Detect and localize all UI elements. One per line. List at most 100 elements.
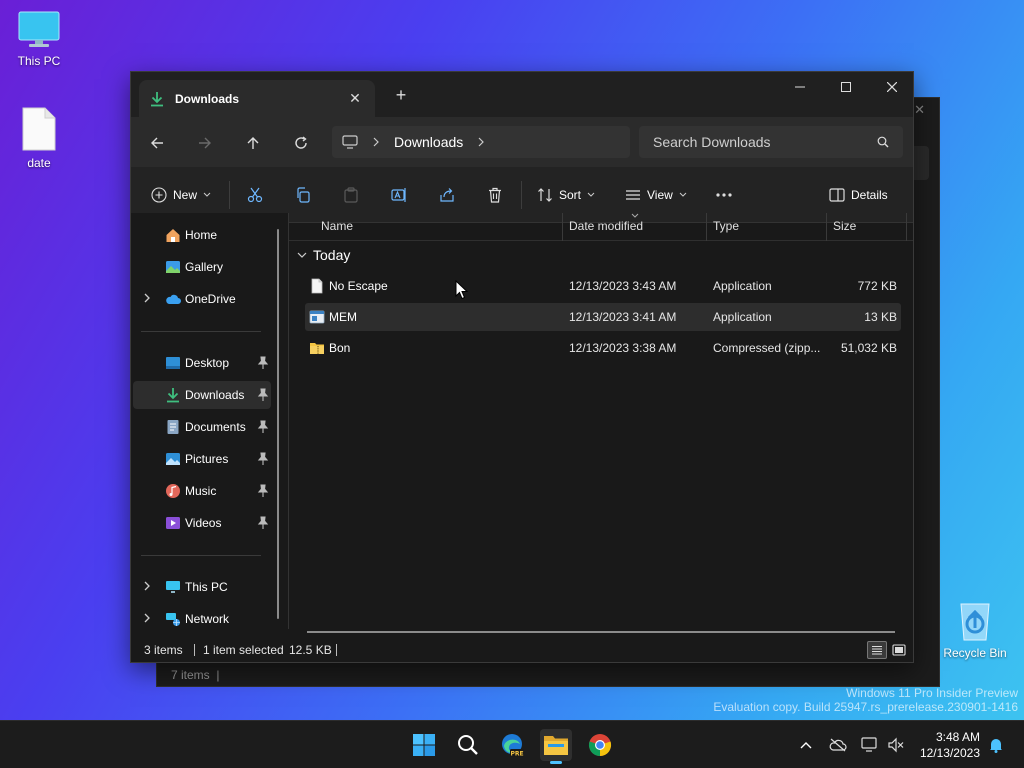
music-icon	[166, 484, 180, 498]
pin-icon[interactable]	[257, 420, 269, 434]
chrome-button[interactable]	[584, 729, 616, 761]
sidebar-item-pictures[interactable]: Pictures	[133, 445, 271, 473]
notifications-button[interactable]	[986, 735, 1006, 755]
column-divider[interactable]	[706, 213, 707, 241]
sort-button[interactable]: Sort	[537, 183, 595, 207]
minimize-button[interactable]	[777, 72, 823, 102]
app-icon	[309, 310, 325, 324]
column-header-size[interactable]: Size	[833, 219, 856, 233]
paste-icon	[344, 187, 358, 203]
delete-button[interactable]	[487, 183, 503, 207]
rename-button[interactable]	[391, 183, 407, 207]
sidebar-item-network[interactable]: Network	[133, 605, 271, 633]
up-button[interactable]	[241, 131, 265, 155]
status-divider	[194, 644, 195, 656]
file-name: Bon	[329, 341, 351, 355]
show-hidden-icons-button[interactable]	[798, 735, 814, 755]
monitor-icon	[342, 135, 358, 149]
volume-tray-button[interactable]	[886, 735, 906, 755]
status-selection-size: 12.5 KB	[289, 643, 332, 657]
network-tray-button[interactable]	[860, 735, 880, 755]
desktop-icon-date[interactable]: date	[7, 106, 71, 170]
edge-beta-button[interactable]: PRE	[496, 729, 528, 761]
pin-icon[interactable]	[257, 452, 269, 466]
refresh-icon	[295, 136, 307, 149]
desktop-icon-this-pc[interactable]: This PC	[7, 10, 71, 68]
status-divider	[336, 644, 337, 656]
title-bar: Downloads ✕ +	[131, 72, 913, 117]
column-divider[interactable]	[826, 213, 827, 241]
onedrive-tray-button[interactable]	[828, 735, 848, 755]
watermark-line-1: Windows 11 Pro Insider Preview	[846, 686, 1018, 700]
breadcrumb[interactable]: Downloads	[332, 126, 630, 158]
pin-icon[interactable]	[257, 484, 269, 498]
volume-muted-icon	[888, 737, 904, 753]
tiles-view-button[interactable]	[889, 641, 909, 659]
file-row-no-escape[interactable]: No Escape 12/13/2023 3:43 AM Application…	[305, 272, 901, 300]
copy-button[interactable]	[295, 183, 311, 207]
group-label: Today	[313, 247, 351, 263]
search-button[interactable]	[452, 729, 484, 761]
view-button[interactable]: View	[625, 183, 687, 207]
file-explorer-taskbar-button[interactable]	[540, 729, 572, 764]
nav-scrollbar[interactable]	[277, 229, 279, 619]
group-header-today[interactable]: Today	[297, 247, 350, 263]
sidebar-item-music[interactable]: Music	[133, 477, 271, 505]
details-pane-button[interactable]: Details	[829, 183, 888, 207]
file-row-bon[interactable]: Bon 12/13/2023 3:38 AM Compressed (zipp.…	[305, 334, 901, 362]
chevron-right-icon[interactable]	[372, 137, 380, 147]
column-header-type[interactable]: Type	[713, 219, 739, 233]
breadcrumb-item[interactable]: Downloads	[394, 134, 463, 150]
new-label: New	[173, 188, 198, 202]
arrow-left-icon	[151, 137, 163, 149]
pin-icon[interactable]	[257, 388, 269, 402]
nav-divider	[141, 331, 261, 332]
sidebar-item-downloads[interactable]: Downloads	[133, 381, 271, 409]
search-input[interactable]: Search Downloads	[639, 126, 903, 158]
sidebar-item-videos[interactable]: Videos	[133, 509, 271, 537]
column-divider[interactable]	[906, 213, 907, 241]
new-tab-button[interactable]: +	[389, 84, 413, 108]
column-header-name[interactable]: Name	[321, 219, 353, 233]
new-button[interactable]: New	[151, 183, 211, 207]
file-list: Name Date modified Type Size Today No Es…	[289, 213, 913, 633]
close-button[interactable]	[869, 72, 913, 102]
start-button[interactable]	[408, 729, 440, 761]
column-divider[interactable]	[562, 213, 563, 241]
sidebar-item-onedrive[interactable]: OneDrive	[133, 285, 271, 313]
cut-button[interactable]	[247, 183, 263, 207]
cloud-off-icon	[829, 738, 847, 752]
maximize-button[interactable]	[823, 72, 869, 102]
pin-icon[interactable]	[257, 516, 269, 530]
refresh-button[interactable]	[289, 131, 313, 155]
clock-date: 12/13/2023	[919, 746, 980, 760]
sidebar-item-home[interactable]: Home	[133, 221, 271, 249]
arrow-up-icon	[247, 137, 259, 149]
chevron-right-icon[interactable]	[143, 581, 151, 594]
desktop-icon-recycle-bin[interactable]: Recycle Bin	[942, 598, 1008, 660]
tab-downloads[interactable]: Downloads ✕	[139, 80, 375, 117]
share-button[interactable]	[439, 183, 455, 207]
sidebar-item-documents[interactable]: Documents	[133, 413, 271, 441]
chevron-right-icon[interactable]	[143, 613, 151, 626]
horizontal-scrollbar[interactable]	[307, 631, 895, 633]
paste-button[interactable]	[343, 183, 359, 207]
system-clock[interactable]: 3:48 AM 12/13/2023	[920, 729, 980, 761]
sidebar-item-this-pc[interactable]: This PC	[133, 573, 271, 601]
file-row-mem[interactable]: MEM 12/13/2023 3:41 AM Application 13 KB	[305, 303, 901, 331]
details-view-button[interactable]	[867, 641, 887, 659]
chevron-right-icon[interactable]	[477, 137, 485, 147]
column-header-date[interactable]: Date modified	[569, 219, 643, 233]
close-tab-icon[interactable]: ✕	[345, 90, 365, 107]
pin-icon[interactable]	[257, 356, 269, 370]
more-options-button[interactable]	[715, 183, 733, 207]
sidebar-item-label: Documents	[185, 420, 246, 434]
close-icon[interactable]: ✕	[914, 102, 925, 118]
sidebar-item-gallery[interactable]: Gallery	[133, 253, 271, 281]
forward-button[interactable]	[193, 131, 217, 155]
sidebar-item-desktop[interactable]: Desktop	[133, 349, 271, 377]
back-button[interactable]	[145, 131, 169, 155]
chevron-right-icon[interactable]	[143, 293, 151, 306]
edge-badge-label: PRE	[510, 751, 523, 758]
zip-folder-icon	[310, 343, 324, 354]
